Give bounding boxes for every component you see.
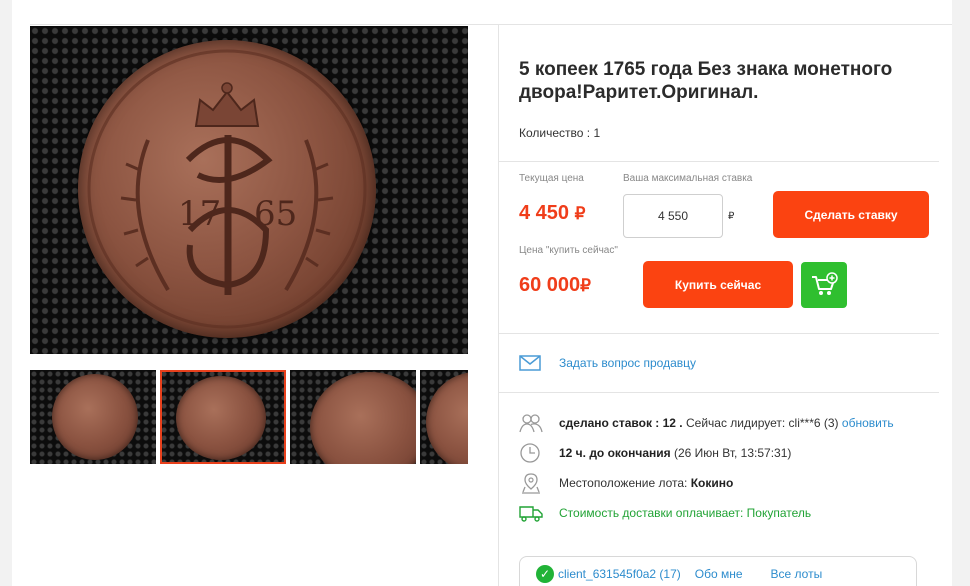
lot-info-panel: 5 копеек 1765 года Без знака монетного д… <box>498 24 939 586</box>
coin-date-right: 65 <box>254 194 297 234</box>
bids-count: сделано ставок : 12 . <box>559 416 683 430</box>
add-to-cart-button[interactable] <box>801 262 847 308</box>
current-price: 4 450 ₽ <box>519 202 585 225</box>
divider <box>499 161 939 162</box>
current-price-value: 4 450 <box>519 202 570 224</box>
location-label: Местоположение лота: <box>559 476 688 490</box>
lot-title: 5 копеек 1765 года Без знака монетного д… <box>519 59 893 103</box>
users-icon <box>519 411 545 435</box>
thumbnail-4[interactable] <box>420 370 468 464</box>
seller-row: ✓ client_631545f0a2 (17) Обо мне Все лот… <box>536 565 822 583</box>
time-left-row: 12 ч. до окончания (26 Июн Вт, 13:57:31) <box>519 441 791 465</box>
shipping-info: Стоимость доставки оплачивает: Покупател… <box>559 506 812 520</box>
location-value: Кокино <box>690 476 734 490</box>
thumbnail-coin-image <box>426 372 468 464</box>
thumbnail-1[interactable] <box>30 370 156 464</box>
buy-now-button[interactable]: Купить сейчас <box>643 261 793 308</box>
divider <box>499 392 939 393</box>
thumbnail-coin-image <box>176 376 266 460</box>
current-price-label: Текущая цена <box>519 173 584 184</box>
thumbnail-2-active[interactable] <box>160 370 286 464</box>
place-bid-button[interactable]: Сделать ставку <box>773 191 929 238</box>
check-icon: ✓ <box>536 565 554 583</box>
all-lots-link[interactable]: Все лоты <box>771 567 823 581</box>
about-seller-link[interactable]: Обо мне <box>695 567 743 581</box>
divider <box>499 333 939 334</box>
buy-now-price-label: Цена "купить сейчас" <box>519 245 618 256</box>
truck-icon <box>519 501 545 525</box>
buy-now-price-value: 60 000 <box>519 274 581 296</box>
current-leader: Сейчас лидирует: cli***6 (3) <box>685 416 839 430</box>
currency-icon: ₽ <box>580 276 591 295</box>
seller-box: ✓ client_631545f0a2 (17) Обо мне Все лот… <box>519 556 917 586</box>
coin-date-left: 17 <box>178 194 221 234</box>
cart-add-icon <box>812 272 838 295</box>
coin-monogram-graphic: 17 65 <box>87 49 367 329</box>
ask-seller-row[interactable]: Задать вопрос продавцу <box>519 351 696 375</box>
end-time: (26 Июн Вт, 13:57:31) <box>673 446 792 460</box>
thumbnail-strip <box>30 370 468 464</box>
main-photo[interactable]: 17 65 <box>30 26 468 354</box>
quantity-label: Количество : 1 <box>519 126 601 140</box>
shipping-row: Стоимость доставки оплачивает: Покупател… <box>519 501 811 525</box>
max-bid-input[interactable] <box>623 194 723 238</box>
buy-now-price: 60 000₽ <box>519 274 591 297</box>
lot-page: 17 65 5 копеек 1765 года Без знака монет… <box>12 0 952 586</box>
location-pin-icon <box>519 471 545 495</box>
max-bid-label: Ваша максимальная ставка <box>623 173 753 184</box>
thumbnail-coin-image <box>310 372 416 464</box>
currency-icon: ₽ <box>574 204 586 223</box>
location-row: Местоположение лота: Кокино <box>519 471 733 495</box>
coin-image: 17 65 <box>78 40 376 338</box>
seller-name-link[interactable]: client_631545f0a2 (17) <box>558 567 681 581</box>
refresh-link[interactable]: обновить <box>842 416 894 430</box>
thumbnail-coin-image <box>52 374 138 460</box>
thumbnail-3[interactable] <box>290 370 416 464</box>
clock-icon <box>519 441 545 465</box>
ask-seller-link[interactable]: Задать вопрос продавцу <box>559 356 696 370</box>
currency-icon: ₽ <box>728 211 735 222</box>
mail-icon <box>519 351 545 375</box>
bids-row: сделано ставок : 12 . Сейчас лидирует: c… <box>519 411 894 435</box>
time-left: 12 ч. до окончания <box>559 446 671 460</box>
